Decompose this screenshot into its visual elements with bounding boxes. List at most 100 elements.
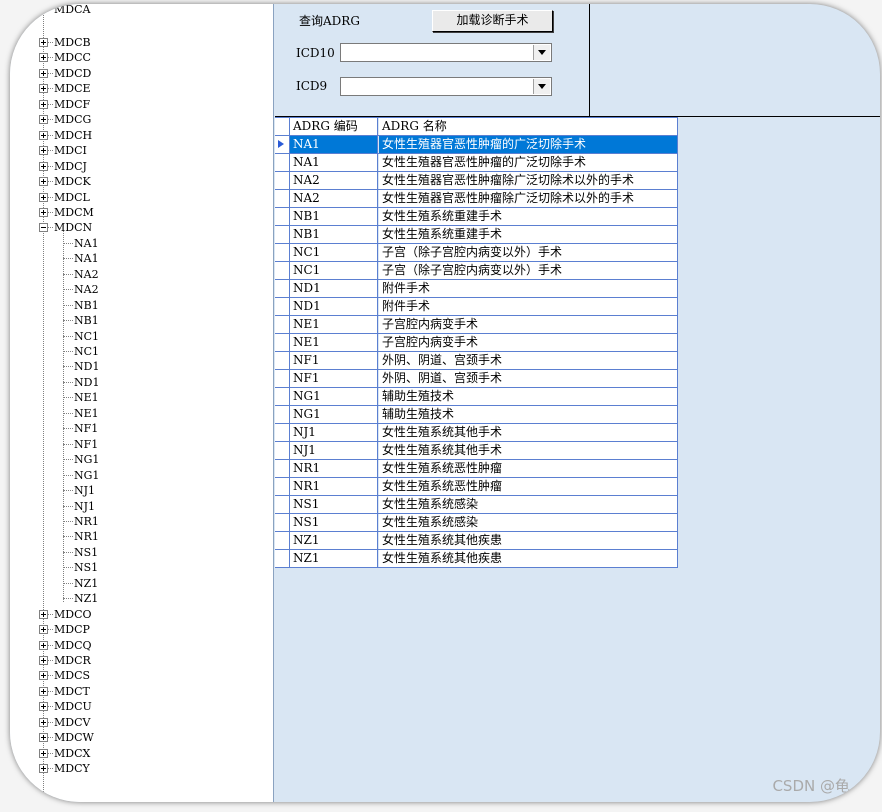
- cell-adrg-name[interactable]: 子宫（除子宫腔内病变以外）手术: [379, 244, 678, 261]
- tree-leaf-nc1[interactable]: NC1: [10, 344, 273, 359]
- tree-leaf-ng1[interactable]: NG1: [10, 468, 273, 483]
- row-selector[interactable]: [275, 136, 290, 153]
- cell-adrg-name[interactable]: 女性生殖器官恶性肿瘤的广泛切除手术: [379, 154, 678, 171]
- tree-node-mdcv[interactable]: MDCV: [10, 715, 273, 730]
- expand-plus-icon[interactable]: [39, 161, 48, 171]
- tree-node-mdcj[interactable]: MDCJ: [10, 159, 273, 174]
- cell-adrg-code[interactable]: NJ1: [290, 442, 378, 459]
- tree-leaf-na1[interactable]: NA1: [10, 236, 273, 251]
- table-row[interactable]: NA1 女性生殖器官恶性肿瘤的广泛切除手术: [275, 136, 678, 154]
- expand-plus-icon[interactable]: [39, 68, 48, 78]
- cell-adrg-code[interactable]: NA2: [290, 190, 378, 207]
- tree-node-mdcy[interactable]: MDCY: [10, 761, 273, 776]
- expand-plus-icon[interactable]: [39, 764, 48, 774]
- tree-leaf-nj1[interactable]: NJ1: [10, 483, 273, 498]
- row-selector[interactable]: [275, 298, 290, 315]
- icd9-select[interactable]: [340, 77, 552, 96]
- cell-adrg-code[interactable]: NA2: [290, 172, 378, 189]
- table-row[interactable]: ND1 附件手术: [275, 280, 678, 298]
- row-selector[interactable]: [275, 370, 290, 387]
- row-selector[interactable]: [275, 352, 290, 369]
- cell-adrg-code[interactable]: NR1: [290, 478, 378, 495]
- tree-node-mdcr[interactable]: MDCR: [10, 653, 273, 668]
- expand-plus-icon[interactable]: [39, 207, 48, 217]
- expand-plus-icon[interactable]: [39, 38, 48, 47]
- row-selector[interactable]: [275, 460, 290, 477]
- tree-leaf-nz1[interactable]: NZ1: [10, 576, 273, 591]
- row-selector[interactable]: [275, 424, 290, 441]
- collapse-minus-icon[interactable]: [39, 223, 48, 233]
- expand-plus-icon[interactable]: [39, 115, 48, 125]
- cell-adrg-name[interactable]: 辅助生殖技术: [379, 388, 678, 405]
- row-selector[interactable]: [275, 280, 290, 297]
- cell-adrg-code[interactable]: NG1: [290, 388, 378, 405]
- row-selector[interactable]: [275, 550, 290, 567]
- expand-plus-icon[interactable]: [39, 733, 48, 743]
- cell-adrg-code[interactable]: NG1: [290, 406, 378, 423]
- table-row[interactable]: NG1 辅助生殖技术: [275, 388, 678, 406]
- table-row[interactable]: NZ1 女性生殖系统其他疾患: [275, 550, 678, 568]
- expand-plus-icon[interactable]: [39, 99, 48, 109]
- row-selector[interactable]: [275, 226, 290, 243]
- cell-adrg-code[interactable]: NE1: [290, 334, 378, 351]
- table-row[interactable]: NA2 女性生殖器官恶性肿瘤除广泛切除术以外的手术: [275, 190, 678, 208]
- tree-node-mdcl[interactable]: MDCL: [10, 190, 273, 205]
- tree-node-mdcq[interactable]: MDCQ: [10, 638, 273, 653]
- chevron-down-icon[interactable]: [533, 79, 550, 94]
- expand-plus-icon[interactable]: [39, 640, 48, 650]
- cell-adrg-code[interactable]: NC1: [290, 244, 378, 261]
- tree-node-mdca[interactable]: MDCA: [54, 4, 90, 17]
- tree-node-mdcn[interactable]: MDCN: [10, 220, 273, 235]
- cell-adrg-name[interactable]: 女性生殖器官恶性肿瘤除广泛切除术以外的手术: [379, 172, 678, 189]
- tree-leaf-nd1[interactable]: ND1: [10, 359, 273, 374]
- cell-adrg-name[interactable]: 女性生殖系统其他手术: [379, 442, 678, 459]
- tree-node-mdcm[interactable]: MDCM: [10, 205, 273, 220]
- row-selector[interactable]: [275, 208, 290, 225]
- tree-leaf-nf1[interactable]: NF1: [10, 421, 273, 436]
- tree-leaf-nd1[interactable]: ND1: [10, 375, 273, 390]
- tree-node-mdct[interactable]: MDCT: [10, 684, 273, 699]
- expand-plus-icon[interactable]: [39, 625, 48, 635]
- cell-adrg-name[interactable]: 子宫（除子宫腔内病变以外）手术: [379, 262, 678, 279]
- cell-adrg-name[interactable]: 女性生殖系统感染: [379, 514, 678, 531]
- table-row[interactable]: NS1 女性生殖系统感染: [275, 496, 678, 514]
- table-row[interactable]: NA1 女性生殖器官恶性肿瘤的广泛切除手术: [275, 154, 678, 172]
- cell-adrg-name[interactable]: 外阴、阴道、宫颈手术: [379, 370, 678, 387]
- row-selector[interactable]: [275, 388, 290, 405]
- adrg-tree[interactable]: MDCA MDCB MDCC MDCD MDCE MDCF MDCG MDCH MDCI MDCJ…: [10, 4, 274, 802]
- cell-adrg-name[interactable]: 女性生殖系统恶性肿瘤: [379, 460, 678, 477]
- cell-adrg-code[interactable]: NC1: [290, 262, 378, 279]
- tree-leaf-nc1[interactable]: NC1: [10, 329, 273, 344]
- tree-leaf-nz1[interactable]: NZ1: [10, 591, 273, 606]
- cell-adrg-name[interactable]: 外阴、阴道、宫颈手术: [379, 352, 678, 369]
- cell-adrg-name[interactable]: 子宫腔内病变手术: [379, 316, 678, 333]
- row-selector[interactable]: [275, 244, 290, 261]
- table-row[interactable]: NG1 辅助生殖技术: [275, 406, 678, 424]
- cell-adrg-code[interactable]: NE1: [290, 316, 378, 333]
- tree-leaf-na2[interactable]: NA2: [10, 282, 273, 297]
- expand-plus-icon[interactable]: [39, 130, 48, 140]
- tree-leaf-nb1[interactable]: NB1: [10, 298, 273, 313]
- expand-plus-icon[interactable]: [39, 717, 48, 727]
- row-selector[interactable]: [275, 406, 290, 423]
- tree-node-mdcd[interactable]: MDCD: [10, 66, 273, 81]
- table-row[interactable]: NS1 女性生殖系统感染: [275, 514, 678, 532]
- cell-adrg-name[interactable]: 女性生殖系统其他疾患: [379, 550, 678, 567]
- table-row[interactable]: NA2 女性生殖器官恶性肿瘤除广泛切除术以外的手术: [275, 172, 678, 190]
- cell-adrg-code[interactable]: ND1: [290, 280, 378, 297]
- tree-node-mdch[interactable]: MDCH: [10, 128, 273, 143]
- cell-adrg-code[interactable]: NJ1: [290, 424, 378, 441]
- row-selector[interactable]: [275, 190, 290, 207]
- row-selector[interactable]: [275, 514, 290, 531]
- expand-plus-icon[interactable]: [39, 609, 48, 619]
- cell-adrg-name[interactable]: 女性生殖系统重建手术: [379, 208, 678, 225]
- expand-plus-icon[interactable]: [39, 177, 48, 187]
- row-selector[interactable]: [275, 442, 290, 459]
- row-selector[interactable]: [275, 334, 290, 351]
- cell-adrg-name[interactable]: 辅助生殖技术: [379, 406, 678, 423]
- row-selector[interactable]: [275, 172, 290, 189]
- table-row[interactable]: NR1 女性生殖系统恶性肿瘤: [275, 478, 678, 496]
- table-row[interactable]: NF1 外阴、阴道、宫颈手术: [275, 352, 678, 370]
- table-row[interactable]: ND1 附件手术: [275, 298, 678, 316]
- tree-node-mdcw[interactable]: MDCW: [10, 730, 273, 745]
